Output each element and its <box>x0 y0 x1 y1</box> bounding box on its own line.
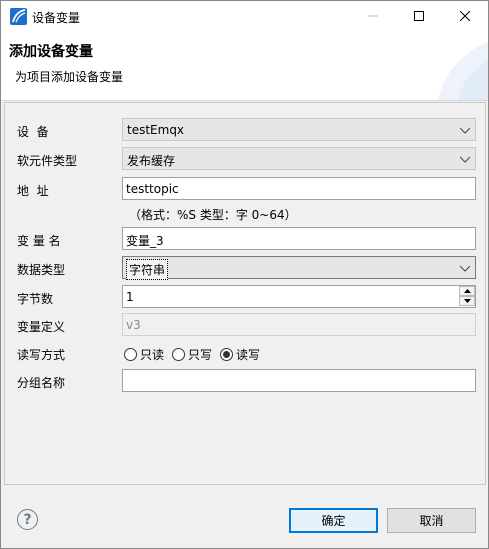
component-type-select[interactable]: 发布缓存 <box>122 147 476 170</box>
rw-mode-label: 读写方式 <box>17 348 66 362</box>
minimize-button[interactable] <box>350 1 396 31</box>
rw-mode-radio-group: 只读 只写 读写 <box>124 346 268 363</box>
var-name-label: 变 量 名 <box>17 234 61 248</box>
group-name-input[interactable] <box>122 369 476 392</box>
dialog-window: 设备变量 添加设备变量 为项目添加设备变量 设 备 testEmqx 软元件类型… <box>0 0 489 549</box>
device-select[interactable]: testEmqx <box>122 118 476 141</box>
banner-title: 添加设备变量 <box>9 44 93 60</box>
radio-label: 读写 <box>236 348 261 362</box>
radio-circle-icon <box>124 348 137 361</box>
address-label: 地 址 <box>17 184 49 198</box>
radio-circle-icon <box>220 348 234 361</box>
chevron-down-icon <box>460 127 470 134</box>
address-value: testtopic <box>126 182 179 196</box>
group-name-label: 分组名称 <box>17 376 66 390</box>
component-type-label: 软元件类型 <box>17 154 78 168</box>
help-button[interactable]: ? <box>17 509 38 530</box>
title-bar[interactable]: 设备变量 <box>1 1 488 31</box>
maximize-icon <box>414 11 424 21</box>
byte-count-label: 字节数 <box>17 292 54 306</box>
close-icon <box>460 11 470 21</box>
help-icon: ? <box>23 511 32 528</box>
radio-read-write[interactable]: 读写 <box>220 346 260 363</box>
form-panel: 设 备 testEmqx 软元件类型 发布缓存 地 址 testtopic （格… <box>4 102 486 485</box>
chevron-down-icon <box>460 156 470 163</box>
var-name-value: 变量_3 <box>126 234 164 248</box>
device-value: testEmqx <box>127 123 185 137</box>
minimize-icon <box>368 15 378 17</box>
address-format-hint: （格式：%S 类型：字 0~64） <box>129 208 297 222</box>
banner-decoration-icon <box>438 41 488 100</box>
close-button[interactable] <box>442 1 488 31</box>
byte-count-stepper[interactable]: 1 <box>122 285 476 308</box>
cancel-button[interactable]: 取消 <box>387 508 476 533</box>
app-logo-icon <box>10 8 27 25</box>
radio-circle-icon <box>172 348 186 361</box>
byte-count-value: 1 <box>126 290 134 304</box>
radio-label: 只读 <box>140 348 165 362</box>
arrow-down-icon <box>463 299 471 303</box>
address-input[interactable]: testtopic <box>122 177 476 200</box>
var-def-value: v3 <box>126 318 141 332</box>
data-type-value: 字符串 <box>126 259 169 280</box>
component-type-value: 发布缓存 <box>127 154 176 168</box>
stepper-controls <box>459 286 475 307</box>
radio-read-only[interactable]: 只读 <box>124 346 164 363</box>
radio-write-only[interactable]: 只写 <box>172 346 212 363</box>
var-def-label: 变量定义 <box>17 320 66 334</box>
device-label: 设 备 <box>17 125 49 139</box>
var-name-input[interactable]: 变量_3 <box>122 227 476 250</box>
stepper-up-button[interactable] <box>459 286 475 296</box>
data-type-select[interactable]: 字符串 <box>122 256 476 280</box>
var-def-input: v3 <box>122 313 476 336</box>
header-banner: 添加设备变量 为项目添加设备变量 <box>1 31 488 101</box>
data-type-label: 数据类型 <box>17 263 66 277</box>
maximize-button[interactable] <box>396 1 442 31</box>
window-title: 设备变量 <box>32 11 81 25</box>
ok-button[interactable]: 确定 <box>289 508 378 533</box>
arrow-up-icon <box>463 289 471 293</box>
stepper-down-button[interactable] <box>459 296 475 306</box>
chevron-down-icon <box>460 265 470 272</box>
banner-subtitle: 为项目添加设备变量 <box>15 70 124 84</box>
radio-label: 只写 <box>188 348 213 362</box>
